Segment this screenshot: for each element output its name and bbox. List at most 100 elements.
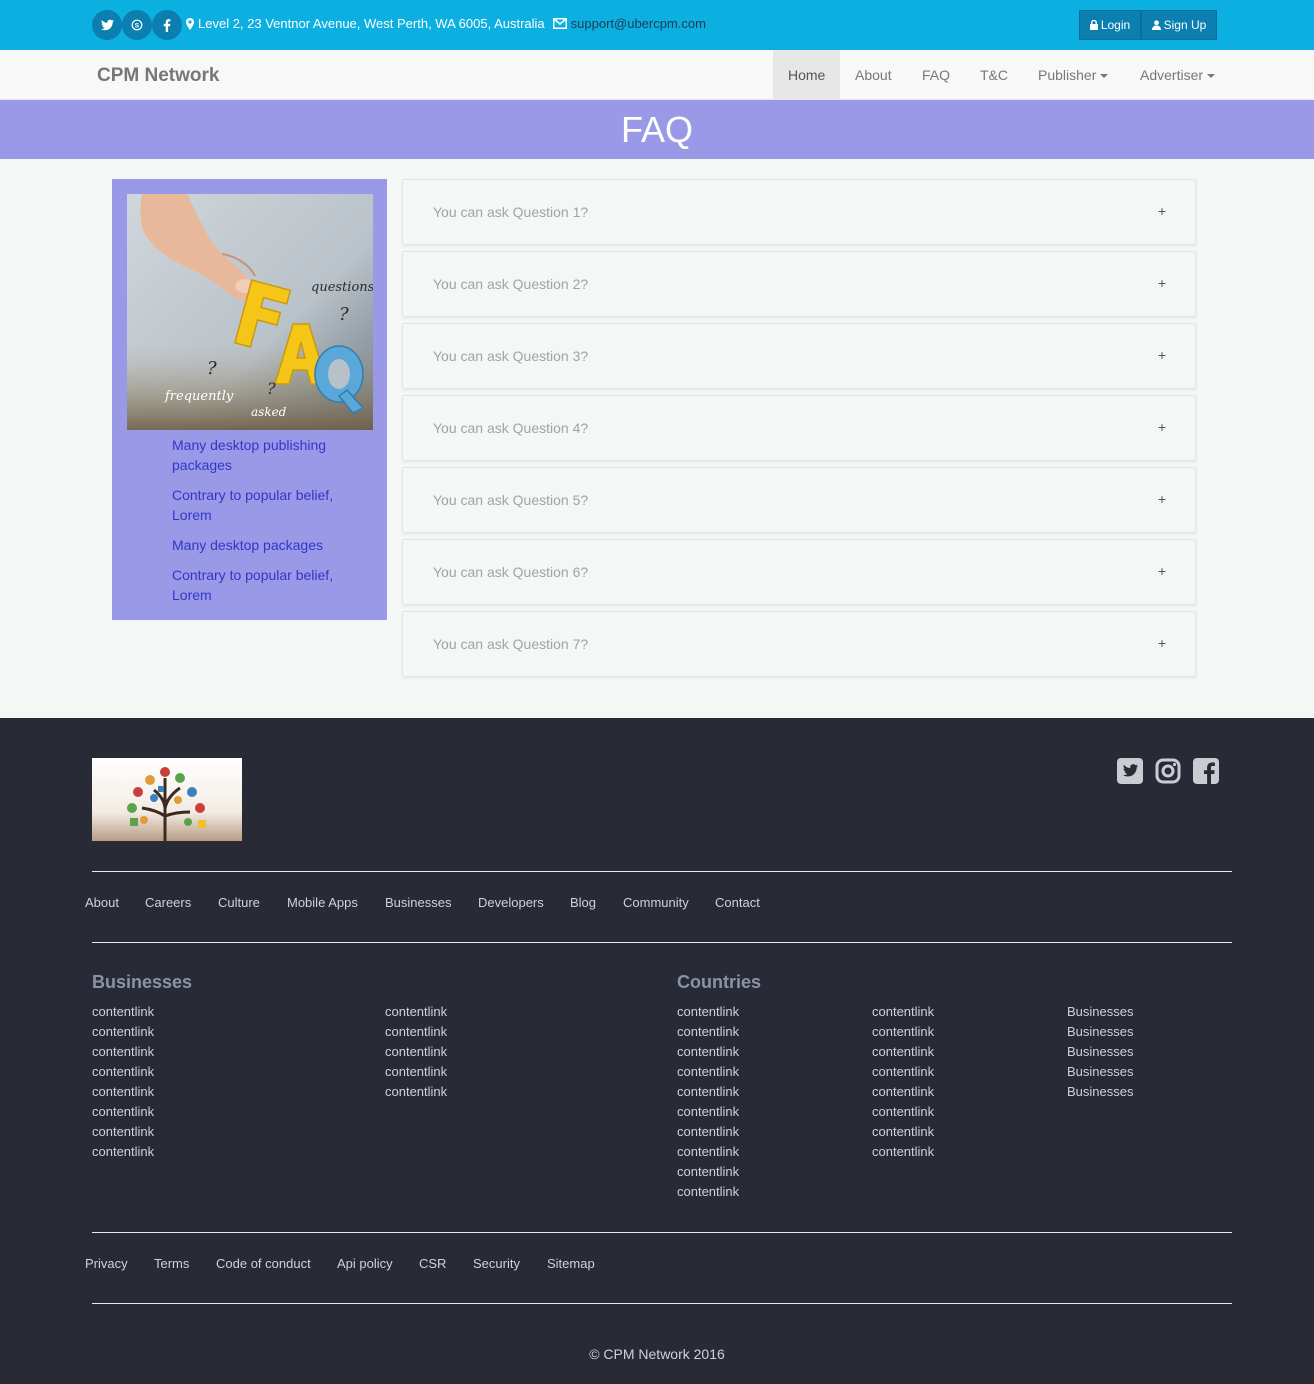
footer-content-link[interactable]: Businesses [1067, 1062, 1133, 1082]
asked-word: asked [251, 405, 287, 419]
frequently-word: frequently [164, 389, 234, 404]
footer-instagram-icon[interactable] [1155, 758, 1181, 784]
footer-nav-mobile-apps[interactable]: Mobile Apps [287, 895, 358, 910]
faq-panel-1[interactable]: You can ask Question 1? + [402, 179, 1196, 245]
faq-panel-5[interactable]: You can ask Question 5? + [402, 467, 1196, 533]
footer-content-link[interactable]: contentlink [385, 1082, 447, 1102]
footer-content-link[interactable]: contentlink [677, 1162, 739, 1182]
footer-legal-privacy[interactable]: Privacy [85, 1256, 128, 1271]
footer-content-link[interactable]: contentlink [92, 1002, 154, 1022]
footer-nav-careers[interactable]: Careers [145, 895, 191, 910]
footer-content-link[interactable]: contentlink [92, 1022, 154, 1042]
footer-content-link[interactable]: contentlink [92, 1122, 154, 1142]
expand-icon[interactable]: + [1158, 203, 1166, 219]
footer-content-link[interactable]: Businesses [1067, 1042, 1133, 1062]
footer-legal-csr[interactable]: CSR [419, 1256, 446, 1271]
faq-panel-6[interactable]: You can ask Question 6? + [402, 539, 1196, 605]
footer-content-link[interactable]: contentlink [872, 1042, 934, 1062]
footer-content-link[interactable]: contentlink [872, 1022, 934, 1042]
signup-button[interactable]: Sign Up [1141, 10, 1217, 40]
footer-content-link[interactable]: contentlink [872, 1122, 934, 1142]
nav-advertiser-dropdown[interactable]: Advertiser [1125, 50, 1230, 100]
footer-content-link[interactable]: contentlink [385, 1042, 447, 1062]
footer-content-link[interactable]: contentlink [677, 1022, 739, 1042]
sidebar-link-2[interactable]: Contrary to popular belief, Lorem [172, 485, 362, 525]
faq-question[interactable]: You can ask Question 1? [433, 204, 588, 220]
footer-legal-code-of-conduct[interactable]: Code of conduct [216, 1256, 311, 1271]
brand-logo[interactable]: CPM Network [97, 65, 219, 87]
twitter-icon[interactable] [92, 10, 122, 40]
faq-question[interactable]: You can ask Question 2? [433, 276, 588, 292]
faq-panel-3[interactable]: You can ask Question 3? + [402, 323, 1196, 389]
footer-content-link[interactable]: contentlink [92, 1042, 154, 1062]
footer-content-link[interactable]: contentlink [872, 1142, 934, 1162]
footer-nav-developers[interactable]: Developers [478, 895, 544, 910]
footer-legal-terms[interactable]: Terms [154, 1256, 189, 1271]
footer-content-link[interactable]: Businesses [1067, 1002, 1133, 1022]
faq-question[interactable]: You can ask Question 6? [433, 564, 588, 580]
footer-content-link[interactable]: contentlink [677, 1122, 739, 1142]
faq-question[interactable]: You can ask Question 7? [433, 636, 588, 652]
faq-panel-2[interactable]: You can ask Question 2? + [402, 251, 1196, 317]
footer-content-link[interactable]: contentlink [677, 1042, 739, 1062]
nav-tc[interactable]: T&C [965, 50, 1023, 100]
footer-facebook-icon[interactable] [1193, 758, 1219, 784]
footer-content-link[interactable]: contentlink [92, 1062, 154, 1082]
footer-divider [92, 871, 1232, 872]
footer-content-link[interactable]: contentlink [677, 1142, 739, 1162]
footer-nav-community[interactable]: Community [623, 895, 689, 910]
footer-content-link[interactable]: Businesses [1067, 1022, 1133, 1042]
footer-content-link[interactable]: contentlink [92, 1082, 154, 1102]
footer-logo[interactable] [92, 758, 242, 841]
footer-nav-culture[interactable]: Culture [218, 895, 260, 910]
faq-panel-7[interactable]: You can ask Question 7? + [402, 611, 1196, 677]
footer-legal-api-policy[interactable]: Api policy [337, 1256, 393, 1271]
footer-legal-security[interactable]: Security [473, 1256, 520, 1271]
footer-content-link[interactable]: contentlink [872, 1102, 934, 1122]
nav-home[interactable]: Home [773, 50, 840, 100]
expand-icon[interactable]: + [1158, 491, 1166, 507]
footer-nav-contact[interactable]: Contact [715, 895, 760, 910]
footer-nav-businesses[interactable]: Businesses [385, 895, 451, 910]
expand-icon[interactable]: + [1158, 635, 1166, 651]
sidebar-link-1[interactable]: Many desktop publishing packages [172, 435, 362, 475]
sidebar-link-4[interactable]: Contrary to popular belief, Lorem [172, 565, 362, 605]
nav-about[interactable]: About [840, 50, 907, 100]
email-link[interactable]: support@ubercpm.com [571, 16, 706, 31]
footer-content-link[interactable]: contentlink [677, 1002, 739, 1022]
nav-publisher-dropdown[interactable]: Publisher [1023, 50, 1123, 100]
footer-content-link[interactable]: contentlink [92, 1142, 154, 1162]
nav-faq[interactable]: FAQ [907, 50, 965, 100]
footer-content-link[interactable]: contentlink [385, 1002, 447, 1022]
login-button[interactable]: Login [1079, 10, 1141, 40]
skype-icon[interactable]: S [122, 10, 152, 40]
expand-icon[interactable]: + [1158, 275, 1166, 291]
footer-content-link[interactable]: contentlink [385, 1062, 447, 1082]
footer-content-link[interactable]: contentlink [385, 1022, 447, 1042]
footer-nav-blog[interactable]: Blog [570, 895, 596, 910]
footer-content-link[interactable]: contentlink [872, 1082, 934, 1102]
sidebar-link-3[interactable]: Many desktop packages [172, 535, 362, 555]
expand-icon[interactable]: + [1158, 419, 1166, 435]
footer-legal-sitemap[interactable]: Sitemap [547, 1256, 595, 1271]
expand-icon[interactable]: + [1158, 563, 1166, 579]
expand-icon[interactable]: + [1158, 347, 1166, 363]
main-navbar: CPM Network Home About FAQ T&C Publisher… [0, 50, 1314, 100]
footer-content-link[interactable]: contentlink [677, 1102, 739, 1122]
footer-content-link[interactable]: contentlink [872, 1002, 934, 1022]
footer-content-link[interactable]: contentlink [677, 1082, 739, 1102]
facebook-icon[interactable] [152, 10, 182, 40]
nav-advertiser-label: Advertiser [1140, 67, 1204, 83]
footer-content-link[interactable]: contentlink [677, 1182, 739, 1202]
footer-content-link[interactable]: contentlink [92, 1102, 154, 1122]
login-label: Login [1100, 18, 1131, 32]
footer-nav-about[interactable]: About [85, 895, 119, 910]
footer-content-link[interactable]: contentlink [872, 1062, 934, 1082]
faq-question[interactable]: You can ask Question 4? [433, 420, 588, 436]
faq-panel-4[interactable]: You can ask Question 4? + [402, 395, 1196, 461]
footer-twitter-icon[interactable] [1117, 758, 1143, 784]
footer-content-link[interactable]: Businesses [1067, 1082, 1133, 1102]
faq-question[interactable]: You can ask Question 3? [433, 348, 588, 364]
footer-content-link[interactable]: contentlink [677, 1062, 739, 1082]
faq-question[interactable]: You can ask Question 5? [433, 492, 588, 508]
